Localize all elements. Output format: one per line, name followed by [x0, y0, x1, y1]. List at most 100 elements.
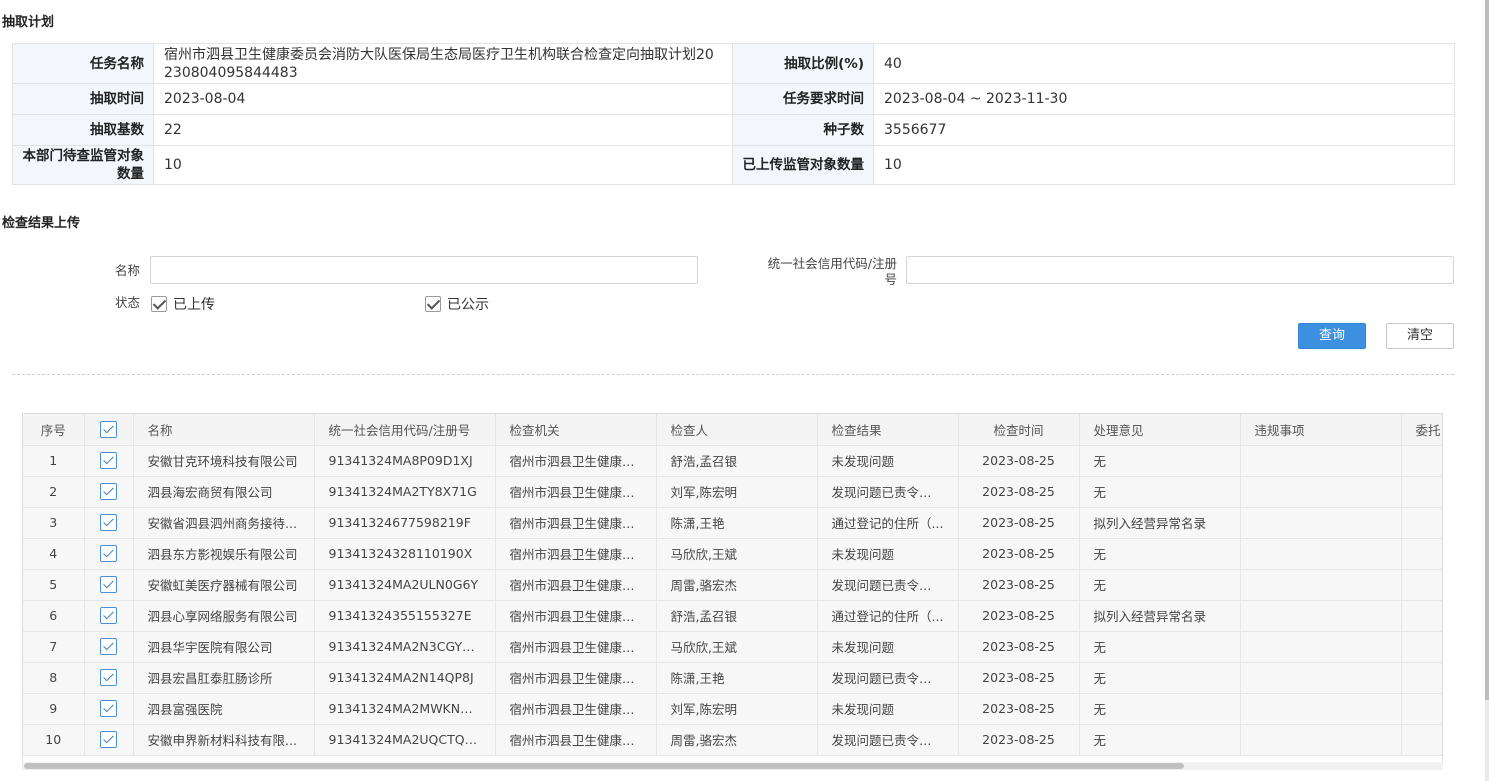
- col-header-inspector[interactable]: 检查人: [656, 414, 818, 446]
- cell-opinion: 无: [1079, 445, 1241, 477]
- cell-select[interactable]: [84, 538, 134, 570]
- cell-select[interactable]: [84, 476, 134, 508]
- query-button[interactable]: 查询: [1298, 323, 1366, 349]
- cell-select[interactable]: [84, 445, 134, 477]
- table-row[interactable]: 2 泗县海宏商贸有限公司 91341324MA2TY8X71G 宿州市泗县卫生健康委.…: [23, 476, 1442, 508]
- cell-inspector: 刘军,陈宏明: [656, 476, 818, 508]
- cell-name: 泗县心享网络服务有限公司: [133, 600, 315, 632]
- cell-index: 2: [23, 476, 85, 508]
- cell-violation: [1240, 507, 1402, 539]
- cell-name: 安徽甘克环境科技有限公司: [133, 445, 315, 477]
- row-select-checkbox[interactable]: [100, 607, 117, 624]
- row-select-checkbox[interactable]: [100, 514, 117, 531]
- row-select-checkbox[interactable]: [100, 700, 117, 717]
- section-divider: [12, 374, 1454, 375]
- cell-date: 2023-08-25: [958, 631, 1080, 663]
- table-row[interactable]: 3 安徽省泗县泗州商务接待... 91341324677598219F 宿州市泗县卫生…: [23, 507, 1442, 539]
- table-row[interactable]: 4 泗县东方影视娱乐有限公司 91341324328110190X 宿州市泗县卫生健康…: [23, 538, 1442, 570]
- upload-section-title: 检查结果上传: [2, 216, 81, 231]
- cell-select[interactable]: [84, 693, 134, 725]
- row-select-checkbox[interactable]: [100, 452, 117, 469]
- row-select-checkbox[interactable]: [100, 576, 117, 593]
- col-header-result[interactable]: 检查结果: [817, 414, 959, 446]
- cell-violation: [1240, 693, 1402, 725]
- cell-credit-code: 91341324MA8P09D1XJ: [314, 445, 496, 477]
- cell-inspector: 舒浩,孟召银: [656, 445, 818, 477]
- cell-select[interactable]: [84, 631, 134, 663]
- row-select-checkbox[interactable]: [100, 638, 117, 655]
- grid-scroll-thumb[interactable]: [24, 763, 1184, 769]
- credit-code-input[interactable]: [906, 256, 1454, 284]
- cell-opinion: 无: [1079, 476, 1241, 508]
- cell-date: 2023-08-25: [958, 476, 1080, 508]
- row-select-checkbox[interactable]: [100, 545, 117, 562]
- pending-count-value: 10: [153, 145, 733, 185]
- cell-org: 宿州市泗县卫生健康委...: [495, 476, 657, 508]
- col-header-credit-code[interactable]: 统一社会信用代码/注册号: [314, 414, 496, 446]
- col-header-date[interactable]: 检查时间: [958, 414, 1080, 446]
- cell-org: 宿州市泗县卫生健康委...: [495, 600, 657, 632]
- table-row[interactable]: 8 泗县宏昌肛泰肛肠诊所 91341324MA2N14QP8J 宿州市泗县卫生健康委.…: [23, 662, 1442, 694]
- required-time-value: 2023-08-04 ~ 2023-11-30: [873, 83, 1455, 115]
- status-published-option[interactable]: 已公示: [425, 294, 489, 314]
- uploaded-count-label: 已上传监管对象数量: [732, 145, 874, 185]
- cell-select[interactable]: [84, 724, 134, 756]
- col-header-entrust[interactable]: 委托: [1401, 414, 1442, 446]
- status-uploaded-option[interactable]: 已上传: [151, 294, 215, 314]
- cell-name: 安徽虹美医疗器械有限公司: [133, 569, 315, 601]
- row-select-checkbox[interactable]: [100, 483, 117, 500]
- name-label: 名称: [114, 263, 140, 278]
- table-row[interactable]: 5 安徽虹美医疗器械有限公司 91341324MA2ULN0G6Y 宿州市泗县卫生健康…: [23, 569, 1442, 601]
- col-header-index[interactable]: 序号: [23, 414, 85, 446]
- cell-entrust: [1401, 631, 1442, 663]
- cell-credit-code: 91341324MA2N3CGY0W: [314, 631, 496, 663]
- cell-select[interactable]: [84, 662, 134, 694]
- cell-inspector: 陈潇,王艳: [656, 507, 818, 539]
- cell-opinion: 拟列入经营异常名录: [1079, 507, 1241, 539]
- page-scroll-thumb[interactable]: [1485, 0, 1489, 700]
- cell-select[interactable]: [84, 569, 134, 601]
- cell-opinion: 无: [1079, 631, 1241, 663]
- cell-inspector: 刘军,陈宏明: [656, 693, 818, 725]
- cell-date: 2023-08-25: [958, 569, 1080, 601]
- col-header-opinion[interactable]: 处理意见: [1079, 414, 1241, 446]
- row-select-checkbox[interactable]: [100, 731, 117, 748]
- cell-date: 2023-08-25: [958, 445, 1080, 477]
- cell-entrust: [1401, 693, 1442, 725]
- name-input[interactable]: [150, 256, 698, 284]
- col-header-violation[interactable]: 违规事项: [1240, 414, 1402, 446]
- cell-credit-code: 91341324MA2TY8X71G: [314, 476, 496, 508]
- base-value: 22: [153, 114, 733, 146]
- col-header-select-all[interactable]: [84, 414, 134, 446]
- status-published-checkbox[interactable]: [425, 296, 441, 312]
- cell-entrust: [1401, 445, 1442, 477]
- row-select-checkbox[interactable]: [100, 669, 117, 686]
- cell-entrust: [1401, 538, 1442, 570]
- grid-header-row: 序号 名称 统一社会信用代码/注册号 检查机关 检查人 检查结果 检查时间 处理…: [23, 414, 1442, 446]
- cell-opinion: 拟列入经营异常名录: [1079, 600, 1241, 632]
- cell-select[interactable]: [84, 600, 134, 632]
- col-header-name[interactable]: 名称: [133, 414, 315, 446]
- cell-select[interactable]: [84, 507, 134, 539]
- task-name-value: 宿州市泗县卫生健康委员会消防大队医保局生态局医疗卫生机构联合检查定向抽取计划20…: [153, 43, 733, 84]
- cell-result: 通过登记的住所（...: [817, 507, 959, 539]
- cell-credit-code: 91341324MA2N14QP8J: [314, 662, 496, 694]
- table-row[interactable]: 9 泗县富强医院 91341324MA2MWKNQ96 宿州市泗县卫生健康委... 刘军…: [23, 693, 1442, 725]
- table-row[interactable]: 7 泗县华宇医院有限公司 91341324MA2N3CGY0W 宿州市泗县卫生健康委.…: [23, 631, 1442, 663]
- select-all-checkbox[interactable]: [100, 420, 117, 438]
- col-header-org[interactable]: 检查机关: [495, 414, 657, 446]
- table-row[interactable]: 1 安徽甘克环境科技有限公司 91341324MA8P09D1XJ 宿州市泗县卫生健康…: [23, 445, 1442, 477]
- status-uploaded-checkbox[interactable]: [151, 296, 167, 312]
- results-grid: 序号 名称 统一社会信用代码/注册号 检查机关 检查人 检查结果 检查时间 处理…: [22, 413, 1443, 768]
- grid-horizontal-scrollbar[interactable]: [22, 762, 1443, 770]
- table-row[interactable]: 10 安徽申界新材料科技有限... 91341324MA2UQCTQXQ 宿州市泗县卫…: [23, 724, 1442, 756]
- page-vertical-scrollbar[interactable]: [1485, 0, 1489, 781]
- cell-org: 宿州市泗县卫生健康委...: [495, 538, 657, 570]
- cell-result: 未发现问题: [817, 693, 959, 725]
- table-row[interactable]: 6 泗县心享网络服务有限公司 91341324355155327E 宿州市泗县卫生健康…: [23, 600, 1442, 632]
- cell-date: 2023-08-25: [958, 507, 1080, 539]
- cell-opinion: 无: [1079, 538, 1241, 570]
- draw-time-value: 2023-08-04: [153, 83, 733, 115]
- cell-date: 2023-08-25: [958, 538, 1080, 570]
- clear-button[interactable]: 清空: [1386, 323, 1454, 349]
